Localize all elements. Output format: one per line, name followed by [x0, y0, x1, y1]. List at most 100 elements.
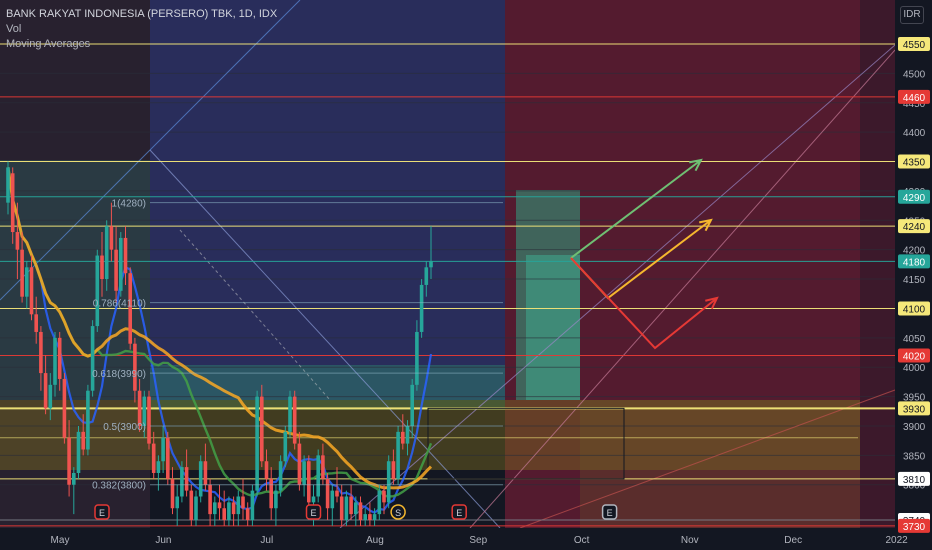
- candle: [386, 455, 391, 509]
- price-chart[interactable]: 1(4280) 0.786(4110) 0.618(3990) 0.5(3900) 0.…: [0, 0, 932, 550]
- candle: [307, 455, 311, 509]
- candle: [166, 431, 170, 485]
- candle-body: [194, 496, 198, 520]
- event-marker-label: E: [99, 508, 105, 518]
- candle-body: [198, 461, 203, 497]
- candle-body: [81, 431, 85, 450]
- candle-body: [72, 472, 76, 485]
- candle-body: [372, 514, 377, 520]
- candle-body: [203, 461, 208, 485]
- candle: [90, 320, 95, 397]
- candle-body: [184, 467, 189, 491]
- candle-body: [161, 437, 165, 462]
- candle-body: [137, 390, 142, 426]
- candle-body: [43, 373, 48, 409]
- event-marker: S: [390, 504, 406, 520]
- candle: [189, 484, 194, 526]
- candle: [368, 502, 372, 526]
- candle: [292, 390, 297, 450]
- volume-indicator-label[interactable]: Vol: [6, 22, 277, 37]
- candle-body: [6, 167, 10, 203]
- event-marker: E: [601, 504, 618, 520]
- candle-body: [358, 502, 363, 520]
- candle-body: [363, 514, 367, 520]
- time-axis: May Jun Jul Aug Sep Oct Nov Dec 2022: [0, 528, 932, 550]
- candle-body: [274, 490, 278, 509]
- level-price-label: 3730: [903, 522, 926, 533]
- candle-body: [391, 461, 396, 479]
- candle-body: [401, 431, 405, 444]
- candle-body: [133, 343, 137, 391]
- level-price-label: 4100: [903, 304, 926, 315]
- candle-body: [151, 443, 156, 473]
- level-price-label: 3930: [903, 404, 926, 415]
- candle: [236, 490, 241, 526]
- background-zones: [0, 0, 895, 528]
- candle: [363, 508, 367, 526]
- candle-body: [109, 226, 114, 250]
- candle-body: [325, 478, 330, 509]
- candle: [198, 455, 203, 503]
- fib-level-label: 0.618(3990): [92, 369, 146, 380]
- candle-body: [405, 425, 410, 444]
- currency-badge[interactable]: IDR: [900, 6, 924, 24]
- candle-body: [288, 396, 292, 432]
- event-marker: E: [94, 504, 110, 520]
- candle-body: [316, 455, 320, 497]
- candle-body: [156, 461, 161, 473]
- candle-body: [236, 496, 241, 515]
- candle: [147, 390, 151, 450]
- candle-body: [321, 455, 325, 479]
- candle-body: [245, 508, 250, 520]
- fib-level-label: 0.786(4110): [93, 299, 146, 310]
- candle: [316, 449, 320, 503]
- candle-body: [302, 461, 306, 485]
- level-price-label: 4350: [903, 158, 926, 169]
- candle: [269, 467, 273, 520]
- time-tick-label: Sep: [469, 535, 487, 546]
- candle-body: [180, 467, 184, 497]
- candle: [245, 502, 250, 526]
- level-price-label: 3810: [903, 475, 926, 486]
- candle: [76, 425, 81, 479]
- price-tick-label: 3850: [903, 451, 926, 462]
- candle-body: [48, 384, 53, 409]
- candle-body: [330, 490, 335, 509]
- time-tick-label: Oct: [574, 535, 590, 546]
- event-marker-label: E: [310, 508, 316, 518]
- candle-body: [25, 267, 29, 297]
- candle-body: [241, 496, 245, 509]
- candle-body: [119, 237, 123, 291]
- moving-averages-label[interactable]: Moving Averages: [6, 37, 277, 52]
- candle-body: [335, 490, 339, 497]
- candle-body: [297, 443, 302, 485]
- level-price-label: 4290: [903, 193, 926, 204]
- candle: [170, 467, 175, 515]
- candle-body: [67, 437, 71, 485]
- candle-body: [354, 502, 358, 515]
- symbol-title[interactable]: BANK RAKYAT INDONESIA (PERSERO) TBK, 1D,…: [6, 7, 277, 22]
- level-price-label: 4550: [903, 40, 926, 51]
- candle-body: [208, 484, 212, 515]
- candle-body: [213, 502, 217, 515]
- time-tick-label: Aug: [366, 535, 384, 546]
- candle-body: [292, 396, 297, 444]
- candle: [278, 455, 283, 497]
- candle-body: [123, 237, 128, 274]
- candle-body: [307, 461, 311, 503]
- level-price-label: 4460: [903, 93, 926, 104]
- candle-body: [386, 461, 391, 503]
- candle: [288, 390, 292, 438]
- event-marker-label: E: [456, 508, 462, 518]
- candle: [344, 490, 349, 526]
- candle-body: [39, 331, 43, 374]
- candle-body: [382, 490, 386, 503]
- candle: [217, 484, 222, 520]
- candle-body: [396, 431, 400, 479]
- candle-body: [100, 255, 104, 280]
- event-marker-label: E: [607, 508, 613, 518]
- candle-body: [368, 514, 372, 520]
- candle-body: [278, 461, 283, 491]
- candle-body: [86, 390, 90, 450]
- candle-body: [231, 502, 236, 515]
